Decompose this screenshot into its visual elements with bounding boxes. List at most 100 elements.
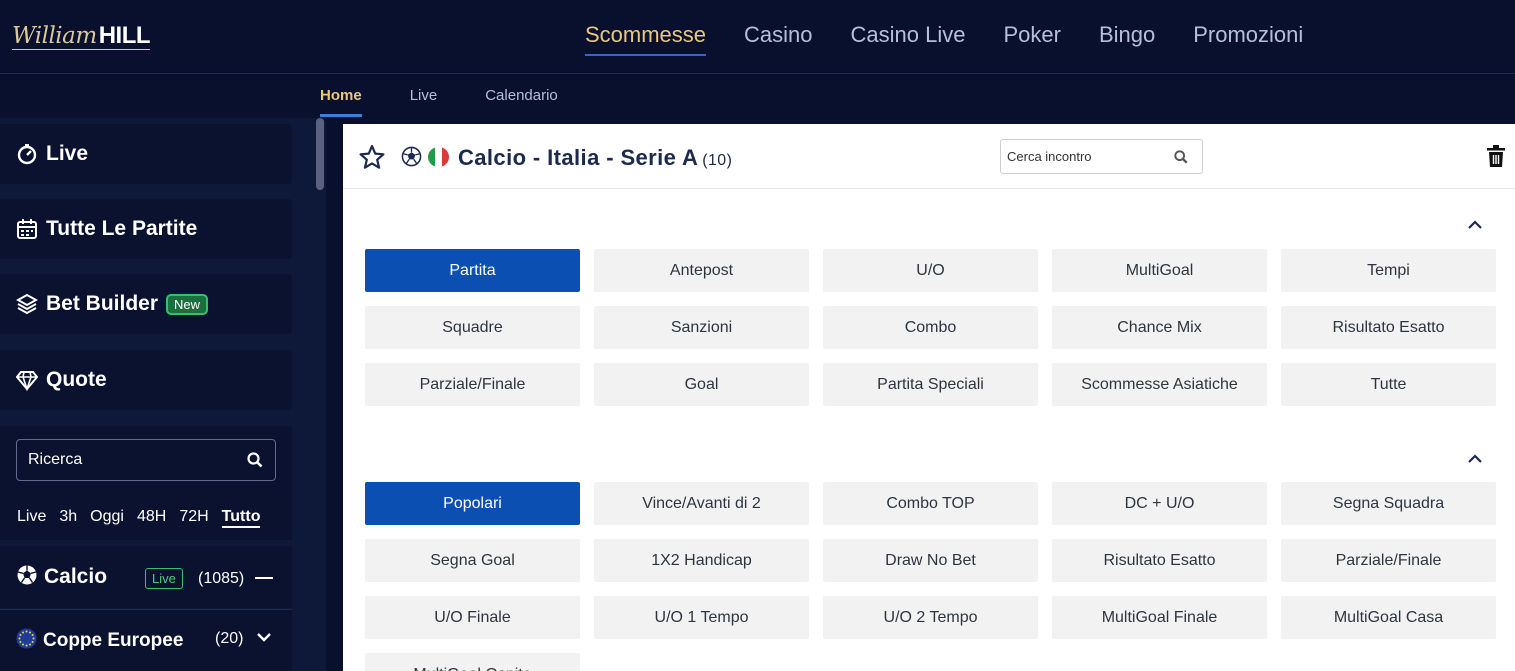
market-group-button[interactable]: Goal xyxy=(594,363,809,406)
sub-nav: Home Live Calendario xyxy=(0,75,1515,117)
market-button[interactable]: MultiGoal Ospite xyxy=(365,653,580,671)
main-nav-item-casino-live[interactable]: Casino Live xyxy=(851,22,966,56)
star-icon[interactable] xyxy=(359,144,385,175)
market-grid: Popolari Vince/Avanti di 2 Combo TOP DC … xyxy=(365,482,1496,671)
sport-row-coppe-europee[interactable]: Coppe Europee (20) xyxy=(0,609,292,671)
market-button[interactable]: Segna Squadra xyxy=(1281,482,1496,525)
market-button[interactable]: DC + U/O xyxy=(1052,482,1267,525)
sidebar-scrollbar-thumb[interactable] xyxy=(316,118,324,190)
calendar-icon xyxy=(16,218,38,240)
market-group-button[interactable]: Combo xyxy=(823,306,1038,349)
market-group-button[interactable]: Partita xyxy=(365,249,580,292)
sport-label: Calcio xyxy=(44,565,108,588)
market-group-button[interactable]: Risultato Esatto xyxy=(1281,306,1496,349)
logo-script-text: William xyxy=(12,23,97,49)
sub-nav-item-home[interactable]: Home xyxy=(320,87,362,117)
sub-nav-items: Home Live Calendario xyxy=(320,87,558,117)
market-group-button[interactable]: Tempi xyxy=(1281,249,1496,292)
market-group-button[interactable]: Scommesse Asiatiche xyxy=(1052,363,1267,406)
main-nav-item-promozioni[interactable]: Promozioni xyxy=(1193,22,1303,56)
market-button[interactable]: MultiGoal Casa xyxy=(1281,596,1496,639)
main-nav-item-casino[interactable]: Casino xyxy=(744,22,812,56)
market-button[interactable]: Risultato Esatto xyxy=(1052,539,1267,582)
market-button[interactable]: 1X2 Handicap xyxy=(594,539,809,582)
competition-title-text: Calcio - Italia - Serie A xyxy=(458,145,699,170)
main-nav: Scommesse Casino Casino Live Poker Bingo… xyxy=(585,22,1303,56)
market-button[interactable]: Combo TOP xyxy=(823,482,1038,525)
time-filter-tutto[interactable]: Tutto xyxy=(221,508,261,528)
stopwatch-icon xyxy=(16,143,38,165)
market-button[interactable]: U/O 1 Tempo xyxy=(594,596,809,639)
soccer-ball-icon xyxy=(16,564,38,591)
sidebar-item-all-matches[interactable]: Tutte Le Partite xyxy=(0,199,292,259)
time-filter-live[interactable]: Live xyxy=(17,508,46,528)
sidebar-search-panel: Live 3h Oggi 48H 72H Tutto xyxy=(0,426,292,540)
sub-nav-item-live[interactable]: Live xyxy=(410,87,438,117)
main-nav-item-poker[interactable]: Poker xyxy=(1003,22,1060,56)
market-button[interactable]: Segna Goal xyxy=(365,539,580,582)
time-filter-3h[interactable]: 3h xyxy=(59,508,77,528)
market-group-button[interactable]: U/O xyxy=(823,249,1038,292)
live-badge: Live xyxy=(145,568,183,589)
chevron-up-icon[interactable] xyxy=(1467,218,1483,236)
market-button[interactable]: Draw No Bet xyxy=(823,539,1038,582)
sport-row-calcio[interactable]: Calcio Live (1085) xyxy=(0,546,292,608)
sidebar-item-label: Quote xyxy=(46,368,107,391)
william-hill-logo[interactable]: William HILL xyxy=(12,20,151,52)
logo-underline xyxy=(12,49,151,50)
sidebar-scrollbar-track[interactable] xyxy=(316,118,326,671)
sidebar-item-label: Live xyxy=(46,142,89,165)
collapse-icon[interactable] xyxy=(255,577,273,579)
market-button[interactable]: U/O Finale xyxy=(365,596,580,639)
market-group-button[interactable]: Sanzioni xyxy=(594,306,809,349)
market-group-button[interactable]: Chance Mix xyxy=(1052,306,1267,349)
sidebar-search-box xyxy=(16,439,276,481)
diamond-icon xyxy=(16,369,38,391)
logo-bold-text: HILL xyxy=(98,22,151,49)
top-header: William HILL Scommesse Casino Casino Liv… xyxy=(0,0,1515,74)
time-filters: Live 3h Oggi 48H 72H Tutto xyxy=(17,508,261,528)
market-group-button[interactable]: Partita Speciali xyxy=(823,363,1038,406)
match-search-box xyxy=(1000,139,1203,174)
market-group-button[interactable]: MultiGoal xyxy=(1052,249,1267,292)
market-group-button[interactable]: Parziale/Finale xyxy=(365,363,580,406)
sub-nav-item-calendario[interactable]: Calendario xyxy=(485,87,558,117)
eu-flag-icon xyxy=(16,628,37,654)
market-group-grid: Partita Antepost U/O MultiGoal Tempi Squ… xyxy=(365,249,1496,406)
new-badge: New xyxy=(166,293,209,315)
market-group-button[interactable]: Tutte xyxy=(1281,363,1496,406)
bet-builder-icon xyxy=(16,293,38,315)
competition-title: Calcio - Italia - Serie A (10) xyxy=(458,145,732,171)
time-filter-72h[interactable]: 72H xyxy=(179,508,208,528)
time-filter-oggi[interactable]: Oggi xyxy=(90,508,124,528)
italy-flag-icon xyxy=(428,147,449,167)
sidebar-item-quote[interactable]: Quote xyxy=(0,350,292,410)
trash-icon[interactable] xyxy=(1486,144,1506,173)
market-button[interactable]: Parziale/Finale xyxy=(1281,539,1496,582)
sub-sport-count: (20) xyxy=(215,630,244,647)
market-group-button[interactable]: Antepost xyxy=(594,249,809,292)
sidebar: Live Tutte Le Partite Bet Builder New Qu… xyxy=(0,118,316,671)
market-button[interactable]: Popolari xyxy=(365,482,580,525)
sidebar-search-input[interactable] xyxy=(28,451,238,469)
market-group-button[interactable]: Squadre xyxy=(365,306,580,349)
competition-count: (10) xyxy=(702,152,733,169)
sidebar-item-bet-builder[interactable]: Bet Builder New xyxy=(0,274,292,334)
sub-sport-label: Coppe Europee xyxy=(43,629,184,651)
chevron-down-icon[interactable] xyxy=(256,630,272,648)
main-panel: Calcio - Italia - Serie A(10) Partita An… xyxy=(343,124,1515,671)
search-icon[interactable] xyxy=(247,452,263,473)
sport-count: (1085) xyxy=(198,570,245,587)
main-nav-item-bingo[interactable]: Bingo xyxy=(1099,22,1155,56)
market-button[interactable]: MultiGoal Finale xyxy=(1052,596,1267,639)
sidebar-item-label: Tutte Le Partite xyxy=(46,217,198,240)
time-filter-48h[interactable]: 48H xyxy=(137,508,166,528)
chevron-up-icon[interactable] xyxy=(1467,452,1483,470)
sidebar-item-live[interactable]: Live xyxy=(0,124,292,184)
main-nav-item-scommesse[interactable]: Scommesse xyxy=(585,22,707,56)
competition-header: Calcio - Italia - Serie A (10) xyxy=(343,124,1515,189)
search-icon[interactable] xyxy=(1174,150,1188,169)
market-button[interactable]: Vince/Avanti di 2 xyxy=(594,482,809,525)
match-search-input[interactable] xyxy=(1007,149,1167,164)
market-button[interactable]: U/O 2 Tempo xyxy=(823,596,1038,639)
